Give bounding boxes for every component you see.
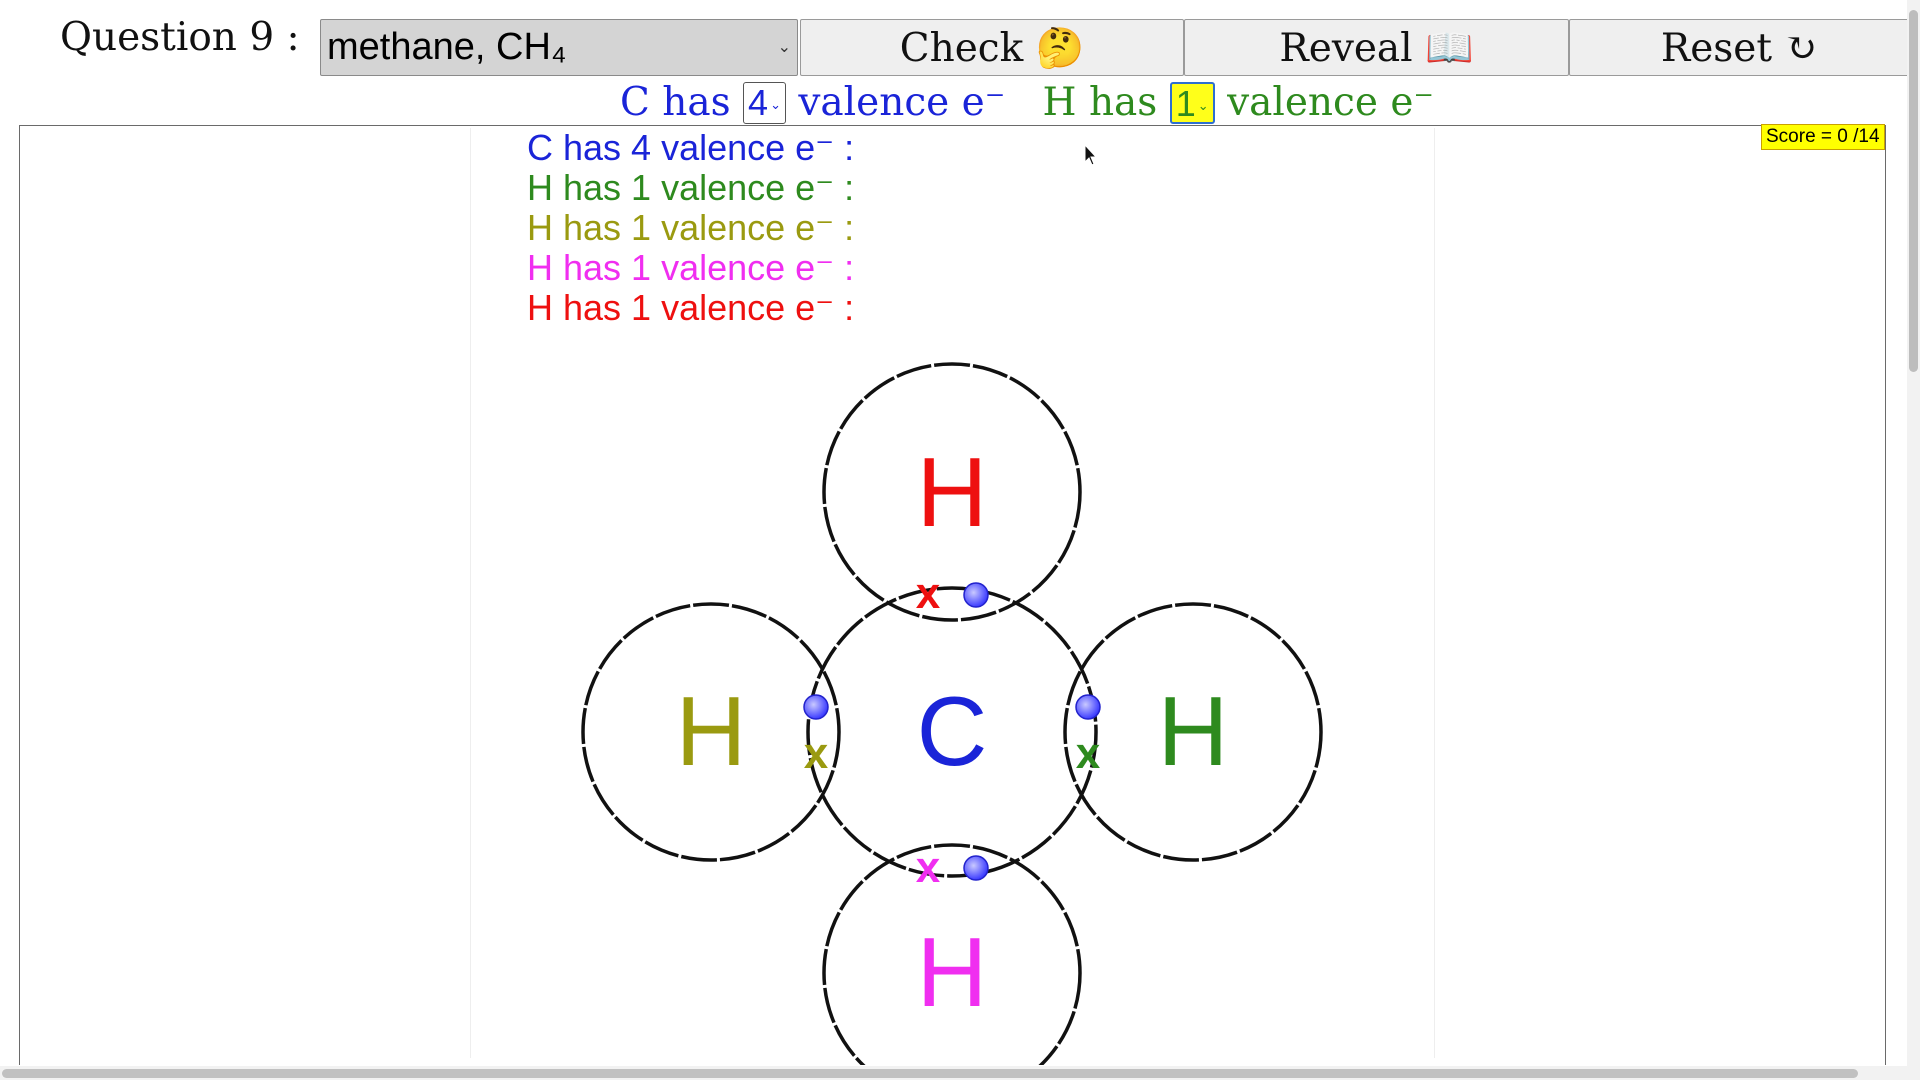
electron-cross-bottom[interactable]: x bbox=[916, 843, 941, 892]
electron-cross-left[interactable]: x bbox=[804, 729, 829, 778]
electron-dot-right[interactable] bbox=[1075, 694, 1101, 720]
atom-h-top: H bbox=[917, 437, 988, 547]
electron-cross-top[interactable]: x bbox=[916, 569, 941, 618]
atom-h-left: H bbox=[676, 676, 747, 786]
electron-dot-top[interactable] bbox=[963, 582, 989, 608]
atom-h-right: H bbox=[1158, 676, 1229, 786]
electron-cross-right[interactable]: x bbox=[1076, 729, 1101, 778]
electron-dot-bottom[interactable] bbox=[963, 855, 989, 881]
atom-h-bottom: H bbox=[917, 917, 988, 1027]
horizontal-scrollbar-thumb[interactable] bbox=[2, 1069, 1858, 1078]
vertical-scrollbar-thumb[interactable] bbox=[1909, 10, 1918, 372]
electron-dot-left[interactable] bbox=[803, 694, 829, 720]
atom-c-center: C bbox=[917, 676, 988, 786]
mouse-cursor-icon bbox=[1084, 143, 1098, 166]
dot-cross-diagram: C H H H H x x x x bbox=[581, 143, 1323, 1065]
